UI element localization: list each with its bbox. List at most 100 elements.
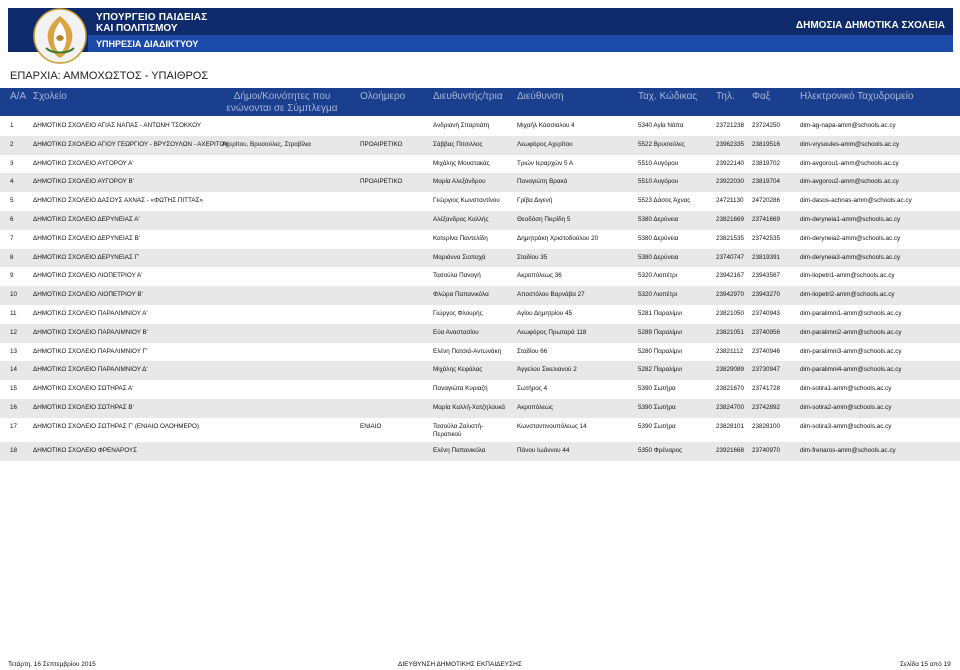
cell-school: ΔΗΜΟΤΙΚΟ ΣΧΟΛΕΙΟ ΛΙΟΠΕΤΡΙΟΥ Β' (33, 291, 143, 299)
cell-phone: 23721238 (716, 122, 745, 129)
cell-fax: 23742535 (752, 234, 781, 242)
site-header: ΥΠΟΥΡΓΕΙΟ ΠΑΙΔΕΙΑΣ ΚΑΙ ΠΟΛΙΤΙΣΜΟΥ ΥΠΗΡΕΣ… (8, 8, 953, 64)
cell-aa: 7 (10, 234, 14, 242)
cell-email[interactable]: dim-avgorou2-amm@schools.ac.cy (800, 178, 899, 186)
cell-school: ΔΗΜΟΤΙΚΟ ΣΧΟΛΕΙΟ ΠΑΡΑΛΙΜΝΙΟΥ Δ' (33, 366, 148, 374)
cell-fax: 23740943 (752, 309, 781, 317)
cell-postal: 5522 Βρυσούλες (638, 140, 685, 148)
cell-email[interactable]: dim-sotira1-amm@schools.ac.cy (800, 385, 891, 393)
table-row: 11 ΔΗΜΟΤΙΚΟ ΣΧΟΛΕΙΟ ΠΑΡΑΛΙΜΝΙΟΥ Α' Γιώργος… (0, 305, 960, 324)
cell-fax: 23741669 (752, 215, 781, 223)
cell-aa: 17 (10, 422, 18, 430)
cell-address: Σωτήρος 4 (517, 385, 548, 393)
cell-email[interactable]: dim-liopetri1-amm@schools.ac.cy (800, 272, 895, 280)
footer-center: ΔΙΕΥΘΥΝΣΗ ΔΗΜΟΤΙΚΗΣ ΕΚΠΑΙΔΕΥΣΗΣ (398, 661, 522, 668)
cell-email[interactable]: dim-deryneia2-amm@schools.ac.cy (800, 235, 900, 243)
table-row: 2 ΔΗΜΟΤΙΚΟ ΣΧΟΛΕΙΟ ΑΓΙΟΥ ΓΕΩΡΓΙΟΥ - ΒΡΥΣΟ… (0, 135, 960, 155)
cell-principal: Γιώργος Φλουρής (433, 309, 483, 317)
cell-email[interactable]: dim-paralimni3-amm@schools.ac.cy (800, 348, 902, 356)
ministry-name-line1: ΥΠΟΥΡΓΕΙΟ ΠΑΙΔΕΙΑΣ (96, 12, 208, 23)
cell-email[interactable]: dim-deryneia1-amm@schools.ac.cy (800, 216, 900, 224)
cell-fax: 23943270 (752, 291, 781, 299)
table-row: 18 ΔΗΜΟΤΙΚΟ ΣΧΟΛΕΙΟ ΦΡΕΝΑΡΟΥΣ Ελένη Παπανι… (0, 441, 960, 461)
cell-school: ΔΗΜΟΤΙΚΟ ΣΧΟΛΕΙΟ ΣΩΤΗΡΑΣ Γ' (ΕΝΙΑΙΟ ΟΛΟΗ… (33, 422, 199, 430)
cell-phone: 24721130 (716, 197, 744, 205)
col-postal: Ταχ. Κώδικας (638, 91, 698, 102)
cell-postal: 5320 Λιοπέτρι (638, 272, 678, 280)
cell-address: Κωνσταντινουπόλεως 14 (517, 422, 587, 430)
cell-principal: Τασούλα Ζαλιστή-Περατικού (433, 422, 484, 438)
cell-fax: 23730947 (752, 366, 781, 374)
cell-email[interactable]: dim-vrysoules-amm@schools.ac.cy (800, 141, 899, 149)
table-row: 13 ΔΗΜΟΤΙΚΟ ΣΧΟΛΕΙΟ ΠΑΡΑΛΙΜΝΙΟΥ Γ' Ελένη Π… (0, 343, 960, 362)
cell-phone: 23942167 (716, 272, 745, 280)
cell-email[interactable]: dim-liopetri2-amm@schools.ac.cy (800, 291, 895, 299)
cell-aa: 6 (10, 215, 14, 223)
cell-aa: 5 (10, 197, 14, 205)
cell-phone: 23942970 (716, 291, 745, 299)
cell-postal: 5281 Παραλίμνι (638, 309, 682, 317)
cell-principal: Αλέξανδρος Καλλής (433, 215, 489, 223)
cell-fax: 23819391 (752, 253, 781, 261)
cell-postal: 5380 Δερύνεια (638, 215, 679, 223)
cell-school: ΔΗΜΟΤΙΚΟ ΣΧΟΛΕΙΟ ΠΑΡΑΛΙΜΝΙΟΥ Β' (33, 328, 148, 336)
cell-address: Λεωφόρος Αχερίτου (517, 140, 573, 148)
service-name: ΥΠΗΡΕΣΙΑ ΔΙΑΔΙΚΤΥΟΥ (96, 39, 199, 49)
cell-email[interactable]: dim-paralimni4-amm@schools.ac.cy (800, 366, 902, 374)
table-row: 15 ΔΗΜΟΤΙΚΟ ΣΧΟΛΕΙΟ ΣΩΤΗΡΑΣ Α' Παναγιώτα Κ… (0, 380, 960, 399)
cell-fax: 24720286 (752, 197, 781, 205)
cell-postal: 5380 Δερύνεια (638, 234, 679, 242)
cell-allday: ΕΝΙΑΙΟ (360, 422, 382, 430)
cell-postal: 5350 Φρέναρος (638, 446, 683, 454)
cell-phone: 23922140 (716, 159, 745, 167)
cell-allday: ΠΡΟΑΙΡΕΤΙΚΟ (360, 178, 403, 186)
col-address: Διεύθυνση (517, 91, 564, 102)
cell-email[interactable]: dim-paralimni2-amm@schools.ac.cy (800, 329, 902, 337)
cell-address: Σταδίου 35 (517, 253, 548, 261)
cell-aa: 4 (10, 178, 14, 186)
cell-principal: Μαρία Αλεξάνδρου (433, 178, 486, 186)
table-row: 17 ΔΗΜΟΤΙΚΟ ΣΧΟΛΕΙΟ ΣΩΤΗΡΑΣ Γ' (ΕΝΙΑΙΟ ΟΛ… (0, 418, 960, 442)
cell-fax: 23943567 (752, 272, 781, 280)
cell-phone: 23921668 (716, 446, 745, 454)
cell-address: Ακροπόλεως (517, 403, 553, 411)
header-right-title: ΔΗΜΟΣΙΑ ΔΗΜΟΤΙΚΑ ΣΧΟΛΕΙΑ (795, 20, 945, 31)
cell-postal: 5280 Παραλίμνι (638, 347, 682, 355)
cell-email[interactable]: dim-sotira3-amm@schools.ac.cy (800, 423, 891, 431)
cell-aa: 8 (10, 253, 14, 261)
cell-school: ΔΗΜΟΤΙΚΟ ΣΧΟΛΕΙΟ ΑΥΓΟΡΟΥ Α' (33, 159, 134, 167)
cell-aa: 1 (10, 122, 14, 129)
cell-school: ΔΗΜΟΤΙΚΟ ΣΧΟΛΕΙΟ ΛΙΟΠΕΤΡΙΟΥ Α' (33, 272, 143, 280)
col-email: Ηλεκτρονικό Ταχυδρομείο (800, 91, 914, 102)
cell-address: Ακροπόλεως 36 (517, 272, 562, 280)
col-municipalities: Δήμοι/Κοινότητες που ενώνονται σε Σύμπλε… (226, 91, 338, 114)
cell-postal: 5523 Δάσος Άχνας (638, 197, 691, 205)
cell-email[interactable]: dim-ag-napa-amm@schools.ac.cy (800, 122, 896, 130)
cell-principal: Μιχάλης Μουστακάς (433, 159, 490, 167)
cell-email[interactable]: dim-dasos-achnas-amm@schools.ac.cy (800, 197, 912, 205)
table-row: 8 ΔΗΜΟΤΙΚΟ ΣΧΟΛΕΙΟ ΔΕΡΥΝΕΙΑΣ Γ' Μαριάννα Σ… (0, 248, 960, 268)
cell-email[interactable]: dim-deryneia3-amm@schools.ac.cy (800, 254, 900, 262)
cell-email[interactable]: dim-paralimni1-amm@schools.ac.cy (800, 310, 902, 318)
cell-address: Αποστόλου Βαρνάβα 27 (517, 291, 585, 299)
cell-principal: Μαρία Καλλή-Χατζηλουκά (433, 403, 506, 411)
cell-aa: 18 (10, 446, 18, 454)
col-fax: Φαξ (752, 91, 771, 102)
cell-school: ΔΗΜΟΤΙΚΟ ΣΧΟΛΕΙΟ ΔΕΡΥΝΕΙΑΣ Α' (33, 215, 140, 223)
cell-email[interactable]: dim-sotira2-amm@schools.ac.cy (800, 404, 891, 412)
table-row: 4 ΔΗΜΟΤΙΚΟ ΣΧΟΛΕΙΟ ΑΥΓΟΡΟΥ Β' ΠΡΟΑΙΡΕΤΙΚΟ Μ… (0, 173, 960, 193)
cell-allday: ΠΡΟΑΙΡΕΤΙΚΟ (360, 140, 403, 148)
cell-phone: 23828101 (716, 422, 745, 430)
cell-fax: 23819516 (752, 140, 781, 148)
page-title: ΕΠΑΡΧΙΑ: ΑΜΜΟΧΩΣΤΟΣ - ΥΠΑΙΘΡΟΣ (10, 70, 209, 82)
col-phone: Τηλ. (716, 91, 735, 102)
cell-phone: 23740747 (716, 253, 745, 261)
cell-email[interactable]: dim-frenaros-amm@schools.ac.cy (800, 447, 896, 455)
cell-phone: 23821051 (716, 328, 745, 336)
cell-email[interactable]: dim-avgorou1-amm@schools.ac.cy (800, 160, 899, 168)
cell-postal: 5340 Αγία Νάπα (638, 122, 684, 129)
table-row: 5 ΔΗΜΟΤΙΚΟ ΣΧΟΛΕΙΟ ΔΑΣΟΥΣ ΑΧΝΑΣ - «ΦΩΤΗΣ … (0, 192, 960, 211)
cell-fax: 23740956 (752, 328, 781, 336)
cell-aa: 9 (10, 272, 14, 280)
cell-principal: Εύα Αναστασίου (433, 328, 479, 336)
